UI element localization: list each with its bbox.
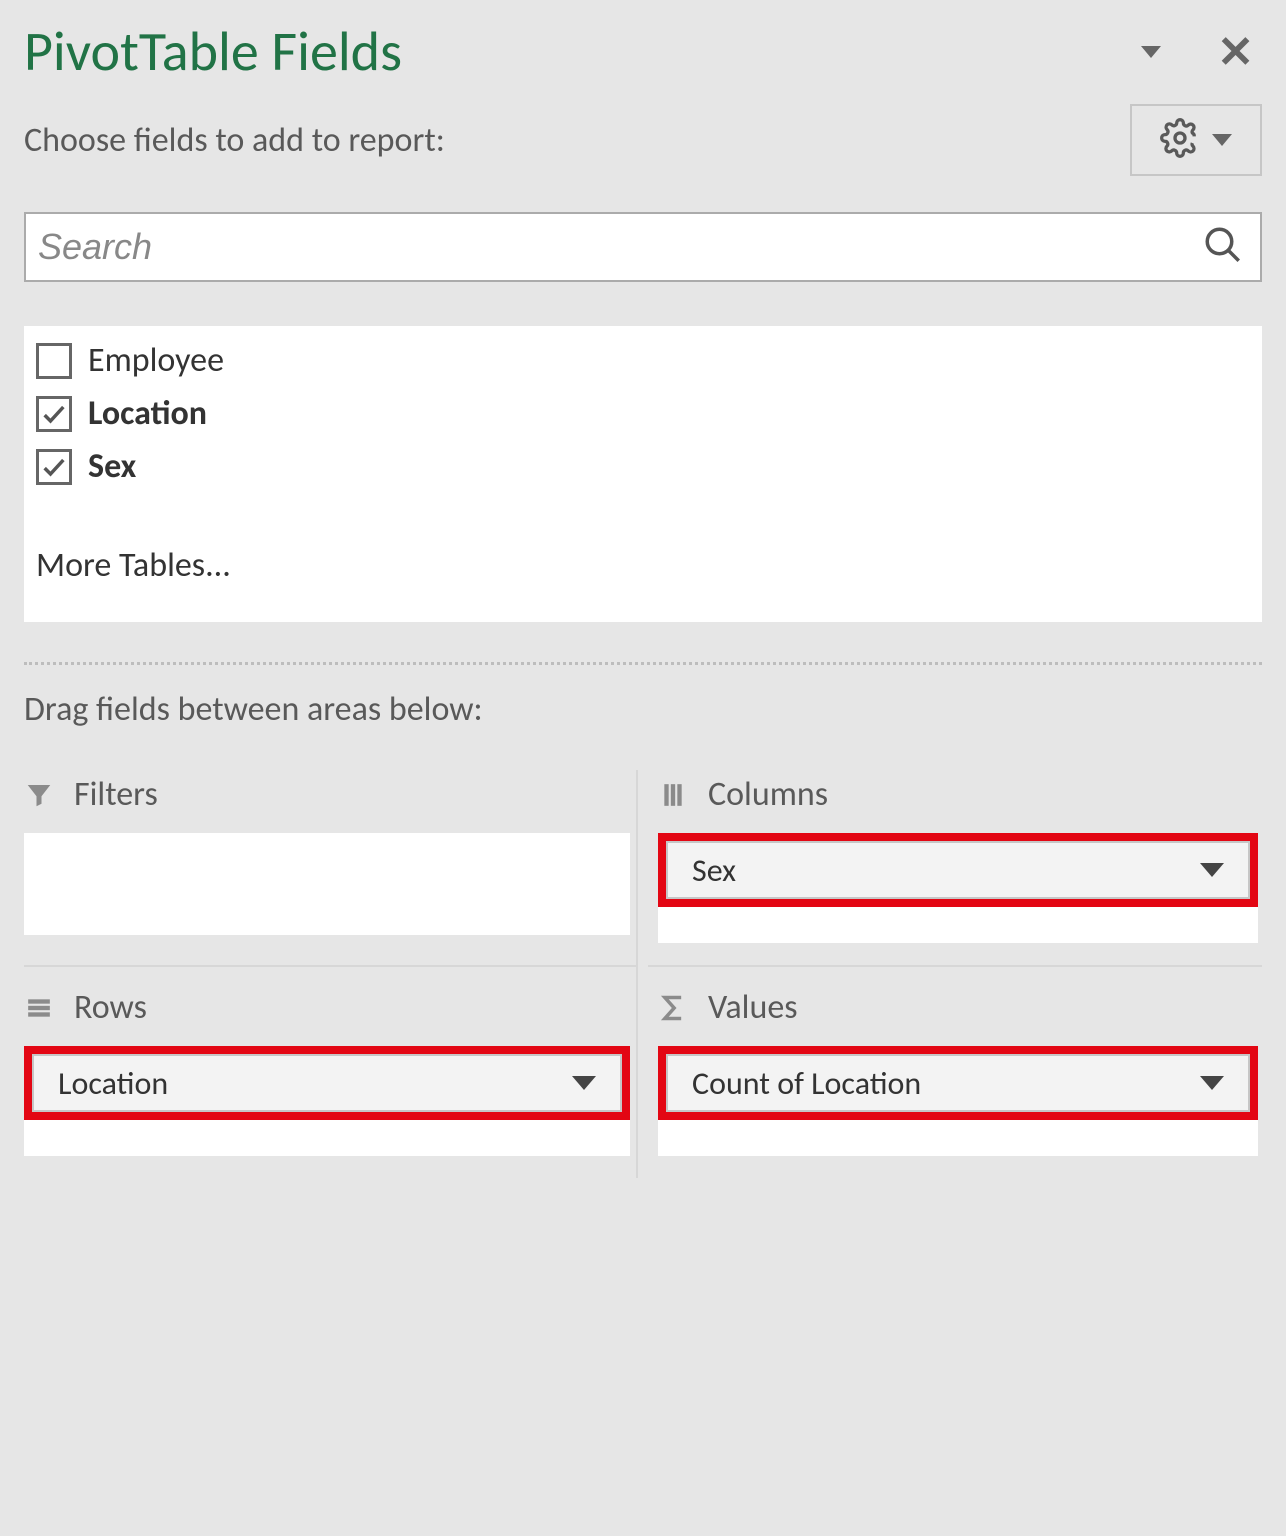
filters-area[interactable]: Filters [24,770,638,965]
filters-header: Filters [24,774,630,815]
chevron-down-icon [1200,863,1224,877]
pill-label: Sex [692,851,736,890]
pill-label: Location [58,1064,168,1103]
columns-highlight: Sex [658,833,1258,907]
rows-icon [24,991,54,1025]
columns-icon [658,778,688,812]
rows-field-pill[interactable]: Location [32,1054,622,1112]
chevron-down-icon [572,1076,596,1090]
columns-area[interactable]: Columns Sex [648,770,1262,965]
values-highlight: Count of Location [658,1046,1258,1120]
area-label: Rows [74,987,147,1028]
areas-grid: Filters Columns Sex [24,770,1262,1178]
columns-field-pill[interactable]: Sex [666,841,1250,899]
values-field-pill[interactable]: Count of Location [666,1054,1250,1112]
sigma-icon [658,991,688,1025]
field-label: Location [88,393,207,434]
subheader: Choose fields to add to report: [24,104,1262,176]
field-row-sex[interactable]: Sex [34,440,1252,493]
checkbox-checked[interactable] [36,449,72,485]
pivottable-fields-pane: PivotTable Fields ✕ Choose fields to add… [0,0,1286,1202]
values-area[interactable]: Values Count of Location [648,965,1262,1178]
field-label: Employee [88,340,224,381]
columns-header: Columns [658,774,1258,815]
choose-fields-label: Choose fields to add to report: [24,120,1130,161]
rows-header: Rows [24,987,630,1028]
checkbox-unchecked[interactable] [36,343,72,379]
chevron-down-icon [1212,134,1232,146]
close-icon[interactable]: ✕ [1217,30,1254,74]
search-field[interactable] [24,212,1262,282]
rows-drop-zone[interactable] [24,1120,630,1156]
filters-drop-zone[interactable] [24,833,630,935]
fields-list: Employee Location Sex More Tables... [24,326,1262,622]
field-label: Sex [88,446,136,487]
filter-icon [24,778,54,812]
area-label: Values [708,987,798,1028]
pane-title: PivotTable Fields [24,18,1141,86]
columns-drop-zone[interactable] [658,907,1258,943]
settings-button[interactable] [1130,104,1262,176]
search-icon [1202,224,1244,271]
area-label: Columns [708,774,828,815]
area-label: Filters [74,774,158,815]
divider [24,662,1262,665]
field-row-employee[interactable]: Employee [34,334,1252,387]
field-row-location[interactable]: Location [34,387,1252,440]
drag-areas-label: Drag fields between areas below: [24,689,1262,730]
values-drop-zone[interactable] [658,1120,1258,1156]
values-header: Values [658,987,1258,1028]
more-tables-link[interactable]: More Tables... [36,545,1252,586]
rows-area[interactable]: Rows Location [24,965,638,1178]
header-controls: ✕ [1141,30,1254,74]
pill-label: Count of Location [692,1064,921,1103]
rows-highlight: Location [24,1046,630,1120]
search-input[interactable] [36,225,1202,269]
header: PivotTable Fields ✕ [24,0,1262,100]
checkbox-checked[interactable] [36,396,72,432]
chevron-down-icon [1200,1076,1224,1090]
pane-menu-dropdown-icon[interactable] [1141,46,1161,58]
gear-icon [1160,118,1200,163]
